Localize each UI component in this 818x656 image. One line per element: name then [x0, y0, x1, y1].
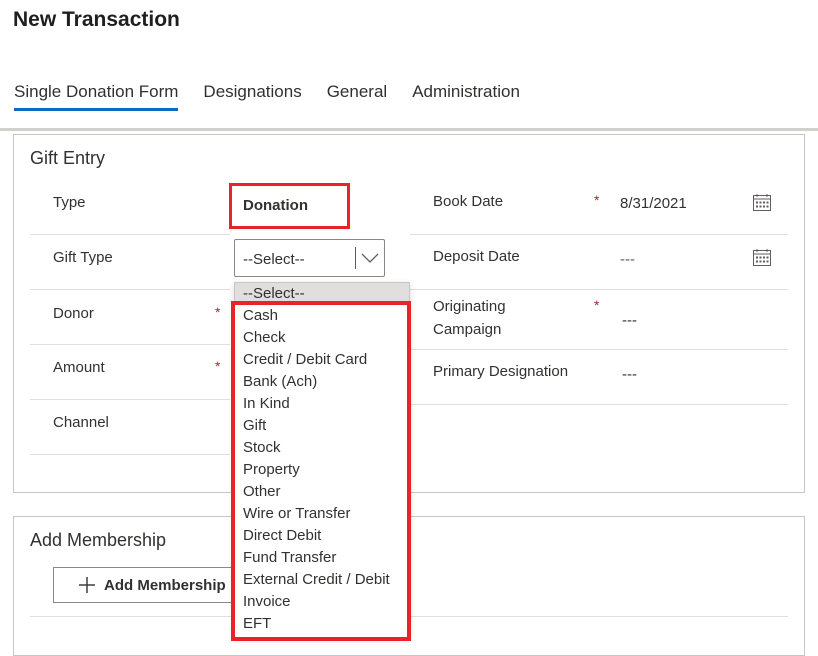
- dropdown-option[interactable]: External Credit / Debit: [243, 569, 390, 591]
- channel-label: Channel: [53, 414, 109, 431]
- add-membership-button-label: Add Membership: [104, 577, 226, 594]
- gift-type-label: Gift Type: [53, 249, 113, 266]
- gift-entry-title: Gift Entry: [30, 148, 106, 168]
- tab-general[interactable]: General: [327, 82, 387, 111]
- page-title: New Transaction: [13, 8, 180, 31]
- add-membership-title: Add Membership: [30, 530, 167, 550]
- calendar-icon[interactable]: [753, 194, 771, 211]
- dropdown-option[interactable]: Fund Transfer: [243, 547, 336, 569]
- dropdown-option[interactable]: Property: [243, 459, 300, 481]
- originating-campaign-required-mark: *: [594, 297, 600, 313]
- dropdown-option[interactable]: Cash: [243, 305, 278, 327]
- chevron-down-icon: [361, 253, 379, 263]
- gift-type-selected-value: --Select--: [243, 251, 305, 268]
- select-separator: [355, 247, 356, 269]
- add-membership-button[interactable]: Add Membership: [53, 567, 243, 603]
- donor-label: Donor: [53, 305, 94, 322]
- amount-required-mark: *: [215, 358, 221, 374]
- primary-designation-label: Primary Designation: [433, 363, 569, 380]
- primary-designation-value[interactable]: ---: [622, 366, 637, 383]
- gift-type-dropdown[interactable]: --Select-- Cash Check Credit / Debit Car…: [231, 282, 411, 641]
- row-divider: [30, 344, 230, 345]
- originating-campaign-label-line1: Originating: [433, 298, 506, 315]
- book-date-required-mark: *: [594, 192, 600, 208]
- donor-required-mark: *: [215, 304, 221, 320]
- tab-single-donation-form[interactable]: Single Donation Form: [14, 82, 179, 111]
- dropdown-option-select[interactable]: --Select--: [235, 283, 409, 304]
- dropdown-option[interactable]: Bank (Ach): [243, 371, 317, 393]
- book-date-label: Book Date: [433, 193, 504, 210]
- row-divider: [30, 234, 230, 235]
- deposit-date-label: Deposit Date: [433, 248, 520, 265]
- dropdown-option[interactable]: EFT: [243, 613, 271, 635]
- row-divider: [30, 399, 230, 400]
- tab-administration[interactable]: Administration: [412, 82, 520, 111]
- dropdown-option[interactable]: Stock: [243, 437, 281, 459]
- dropdown-option[interactable]: Direct Debit: [243, 525, 321, 547]
- originating-campaign-label-line2: Campaign: [433, 321, 502, 338]
- dropdown-option[interactable]: Other: [243, 481, 281, 503]
- book-date-value[interactable]: 8/31/2021: [620, 195, 687, 212]
- originating-campaign-value[interactable]: ---: [622, 312, 637, 329]
- type-label: Type: [53, 194, 86, 211]
- row-divider: [410, 404, 788, 405]
- tabs-divider: [0, 128, 818, 131]
- row-divider: [410, 289, 788, 290]
- dropdown-option[interactable]: Credit / Debit Card: [243, 349, 367, 371]
- tab-bar: Single Donation Form Designations Genera…: [14, 82, 545, 111]
- type-value: Donation: [229, 183, 350, 229]
- dropdown-option[interactable]: Wire or Transfer: [243, 503, 351, 525]
- row-divider: [30, 454, 230, 455]
- row-divider: [410, 234, 788, 235]
- gift-type-select[interactable]: --Select--: [234, 239, 385, 277]
- dropdown-option[interactable]: In Kind: [243, 393, 290, 415]
- tab-designations[interactable]: Designations: [203, 82, 301, 111]
- row-divider: [410, 349, 788, 350]
- row-divider: [30, 289, 230, 290]
- dropdown-option[interactable]: Invoice: [243, 591, 291, 613]
- dropdown-option[interactable]: Check: [243, 327, 286, 349]
- plus-icon: [79, 577, 95, 593]
- deposit-date-value[interactable]: ---: [620, 251, 635, 268]
- dropdown-option[interactable]: Gift: [243, 415, 266, 437]
- calendar-icon[interactable]: [753, 249, 771, 266]
- amount-label: Amount: [53, 359, 105, 376]
